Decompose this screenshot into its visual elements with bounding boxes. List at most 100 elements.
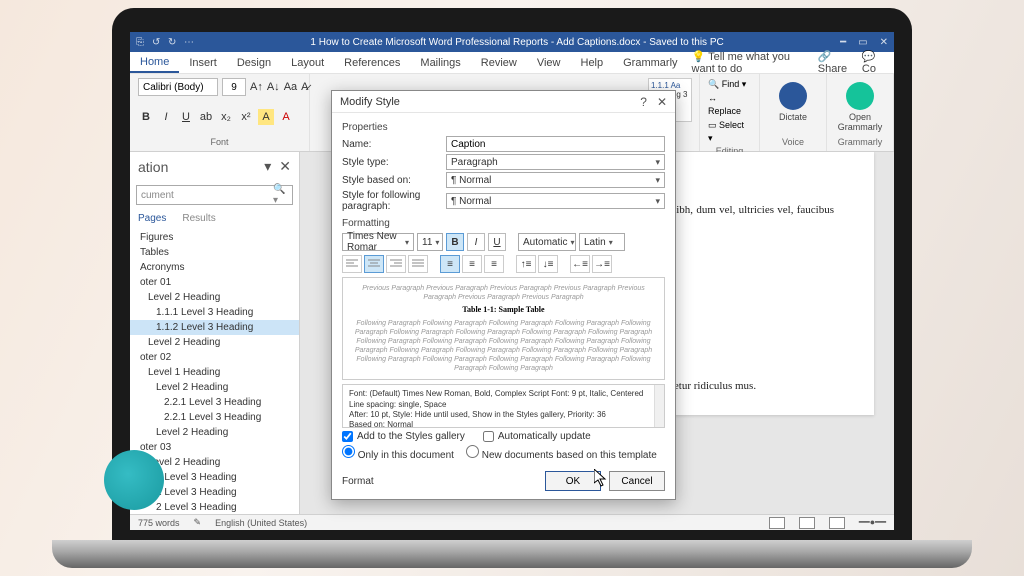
tab-design[interactable]: Design	[227, 52, 281, 73]
language-status[interactable]: English (United States)	[215, 518, 307, 528]
following-combo[interactable]: ¶ Normal	[446, 193, 665, 209]
dictate-button[interactable]: Dictate	[768, 78, 818, 122]
para-after-button[interactable]: ↓≡	[538, 255, 558, 273]
font-size-input[interactable]	[222, 78, 246, 96]
nav-heading-item[interactable]: Level 2 Heading	[130, 425, 299, 440]
nav-heading-item[interactable]: oter 01	[130, 275, 299, 290]
spell-check-icon[interactable]: ✎	[194, 517, 202, 528]
search-icon[interactable]: 🔍▾	[273, 184, 288, 206]
tab-layout[interactable]: Layout	[281, 52, 334, 73]
tab-view[interactable]: View	[527, 52, 571, 73]
nav-search[interactable]: 🔍▾	[136, 185, 293, 205]
indent-increase-button[interactable]: →≡	[592, 255, 612, 273]
nav-heading-item[interactable]: Level 2 Heading	[130, 380, 299, 395]
format-font-combo[interactable]: Times New Romar	[342, 233, 414, 251]
share-button[interactable]: 🔗 Share	[818, 50, 854, 75]
format-bold-button[interactable]: B	[446, 233, 464, 251]
only-doc-radio[interactable]: Only in this document	[342, 445, 454, 461]
add-to-gallery-checkbox[interactable]	[342, 431, 353, 442]
web-layout-icon[interactable]	[829, 517, 845, 529]
nav-heading-item[interactable]: Level 2 Heading	[130, 335, 299, 350]
spacing-2-button[interactable]: ≡	[484, 255, 504, 273]
change-case-icon[interactable]: Aa	[284, 79, 297, 95]
tab-review[interactable]: Review	[471, 52, 527, 73]
based-on-combo[interactable]: ¶ Normal	[446, 172, 665, 188]
tab-grammarly[interactable]: Grammarly	[613, 52, 687, 73]
spacing-1-button[interactable]: ≡	[440, 255, 460, 273]
nav-heading-item[interactable]: Tables	[130, 245, 299, 260]
tell-me-search[interactable]: 💡 Tell me what you want to do	[688, 50, 818, 75]
nav-heading-item[interactable]: 1.1.2 Level 3 Heading	[130, 320, 299, 335]
zoom-slider[interactable]: ━━●━━	[859, 517, 886, 528]
find-button[interactable]: 🔍 Find ▾	[708, 78, 751, 92]
nav-heading-item[interactable]: 2.2.1 Level 3 Heading	[130, 410, 299, 425]
clear-format-icon[interactable]: A̷	[301, 79, 308, 95]
tab-help[interactable]: Help	[571, 52, 614, 73]
nav-heading-item[interactable]: 1.1.1 Level 3 Heading	[130, 305, 299, 320]
scrollbar[interactable]	[654, 385, 664, 427]
title-bar: ⎘↺↻⋯ 1 How to Create Microsoft Word Prof…	[130, 32, 894, 52]
style-type-combo[interactable]: Paragraph	[446, 154, 665, 170]
quick-access-toolbar[interactable]: ⎘↺↻⋯	[136, 37, 194, 47]
comments-button[interactable]: 💬 Co	[862, 50, 886, 75]
subscript-button[interactable]: x₂	[218, 109, 234, 125]
replace-button[interactable]: ↔ Replace	[708, 92, 751, 119]
tab-mailings[interactable]: Mailings	[410, 52, 470, 73]
window-controls[interactable]: ━ ▭ ✕	[840, 37, 888, 48]
strike-button[interactable]: ab	[198, 109, 214, 125]
tab-home[interactable]: Home	[130, 52, 179, 73]
nav-heading-item[interactable]: oter 03	[130, 440, 299, 455]
format-size-combo[interactable]: 11	[417, 233, 443, 251]
align-right-button[interactable]	[386, 255, 406, 273]
format-menu-button[interactable]: Format	[342, 476, 398, 487]
style-name-input[interactable]	[446, 136, 665, 152]
font-name-input[interactable]	[138, 78, 218, 96]
cancel-button[interactable]: Cancel	[609, 471, 665, 491]
tab-references[interactable]: References	[334, 52, 410, 73]
print-layout-icon[interactable]	[799, 517, 815, 529]
tab-insert[interactable]: Insert	[179, 52, 227, 73]
align-center-button[interactable]	[364, 255, 384, 273]
increase-font-icon[interactable]: A↑	[250, 79, 263, 95]
nav-heading-item[interactable]: oter 02	[130, 350, 299, 365]
format-underline-button[interactable]: U	[488, 233, 506, 251]
align-left-button[interactable]	[342, 255, 362, 273]
italic-button[interactable]: I	[158, 109, 174, 125]
spacing-15-button[interactable]: ≡	[462, 255, 482, 273]
decrease-font-icon[interactable]: A↓	[267, 79, 280, 95]
maximize-icon: ▭	[858, 37, 867, 48]
bold-button[interactable]: B	[138, 109, 154, 125]
nav-heading-item[interactable]: Level 1 Heading	[130, 365, 299, 380]
indent-decrease-button[interactable]: ←≡	[570, 255, 590, 273]
select-button[interactable]: ▭ Select ▾	[708, 119, 751, 146]
dialog-titlebar[interactable]: Modify Style ? ✕	[332, 91, 675, 113]
ribbon-group-voice: Dictate Voice	[760, 74, 827, 151]
auto-update-checkbox[interactable]	[483, 431, 494, 442]
read-mode-icon[interactable]	[769, 517, 785, 529]
format-color-combo[interactable]: Automatic	[518, 233, 576, 251]
grammarly-button[interactable]: Open Grammarly	[835, 78, 885, 132]
nav-search-input[interactable]	[141, 190, 273, 201]
nav-heading-item[interactable]: Acronyms	[130, 260, 299, 275]
nav-heading-item[interactable]: 2.2.1 Level 3 Heading	[130, 395, 299, 410]
nav-close-icon[interactable]: ✕	[279, 158, 291, 175]
new-docs-radio[interactable]: New documents based on this template	[466, 445, 657, 461]
highlight-button[interactable]: A	[258, 109, 274, 125]
nav-dropdown-icon[interactable]: ▾	[264, 158, 271, 175]
para-before-button[interactable]: ↑≡	[516, 255, 536, 273]
superscript-button[interactable]: x²	[238, 109, 254, 125]
format-italic-button[interactable]: I	[467, 233, 485, 251]
dialog-close-icon[interactable]: ✕	[657, 95, 667, 109]
nav-heading-item[interactable]: 2 Level 3 Heading	[130, 500, 299, 514]
underline-button[interactable]: U	[178, 109, 194, 125]
help-icon[interactable]: ?	[640, 95, 647, 109]
font-color-button[interactable]: A	[278, 109, 294, 125]
align-justify-button[interactable]	[408, 255, 428, 273]
word-count[interactable]: 775 words	[138, 518, 180, 528]
format-script-combo[interactable]: Latin	[579, 233, 625, 251]
nav-heading-item[interactable]: Level 2 Heading	[130, 290, 299, 305]
nav-tab-pages[interactable]: Pages	[138, 213, 166, 224]
nav-tab-results[interactable]: Results	[182, 213, 215, 224]
nav-heading-item[interactable]: Figures	[130, 230, 299, 245]
ok-button[interactable]: OK	[545, 471, 601, 491]
